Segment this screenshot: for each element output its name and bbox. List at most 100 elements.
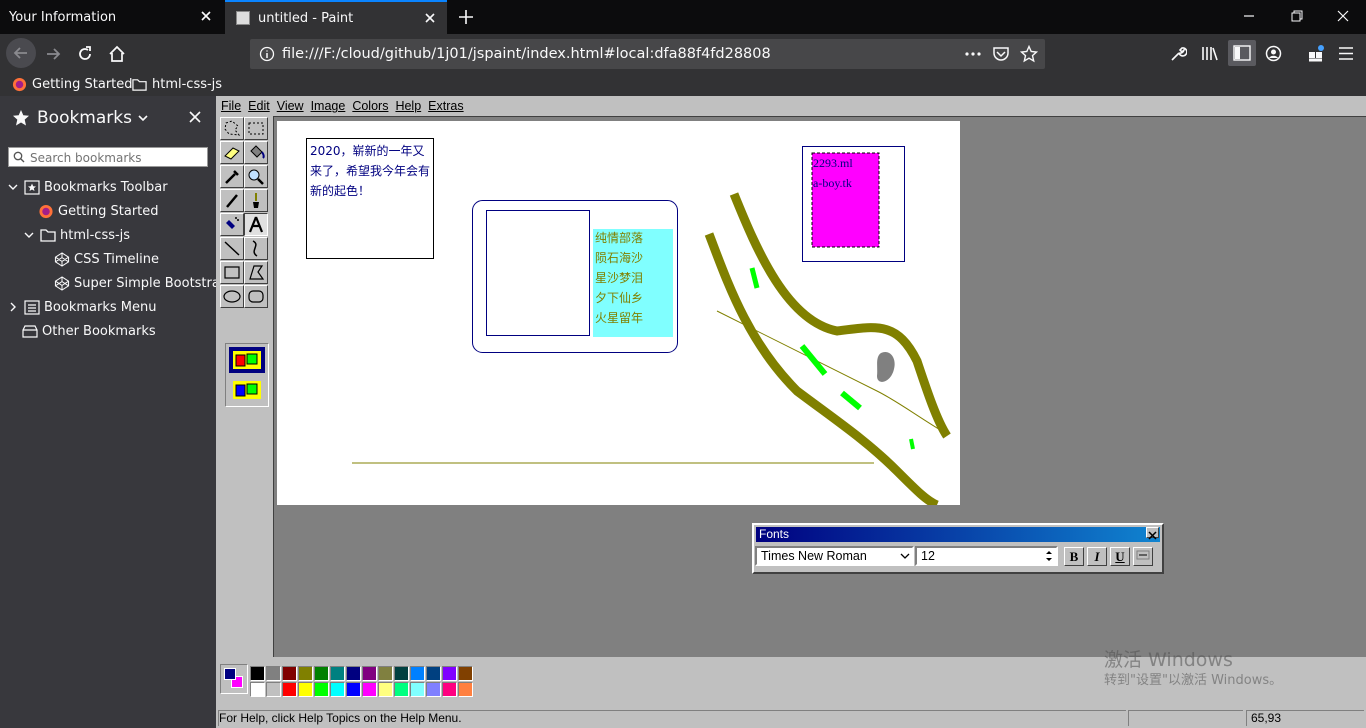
- account-icon[interactable]: [1265, 45, 1282, 62]
- menu-help[interactable]: Help: [395, 99, 421, 113]
- twisty-expanded-icon[interactable]: [8, 182, 18, 192]
- pencil-tool[interactable]: [220, 189, 244, 212]
- bookmark-folder-html-css-js[interactable]: html-css-js: [132, 75, 222, 93]
- menu-file[interactable]: File: [221, 99, 241, 113]
- underline-button[interactable]: U: [1110, 547, 1130, 566]
- palette-swatch[interactable]: [266, 666, 281, 681]
- search-bookmarks-input[interactable]: Search bookmarks: [8, 147, 208, 167]
- palette-swatch[interactable]: [314, 666, 329, 681]
- sidebar-toggle-button[interactable]: [1228, 40, 1256, 66]
- palette-swatch[interactable]: [410, 666, 425, 681]
- palette-swatch[interactable]: [266, 682, 281, 697]
- fonts-title[interactable]: Fonts: [756, 527, 1160, 542]
- palette-swatch[interactable]: [250, 682, 265, 697]
- pocket-icon[interactable]: [992, 45, 1010, 63]
- close-tab-icon[interactable]: [198, 8, 214, 24]
- tree-item-getting-started[interactable]: Getting Started: [38, 199, 159, 223]
- menu-extras[interactable]: Extras: [428, 99, 463, 113]
- tab-untitled-paint[interactable]: untitled - Paint: [225, 0, 447, 34]
- palette-swatch[interactable]: [330, 682, 345, 697]
- rectangle-tool[interactable]: [220, 261, 244, 284]
- vertical-text-button[interactable]: [1133, 547, 1153, 566]
- bookmark-star-icon[interactable]: [1020, 45, 1038, 63]
- twisty-collapsed-icon[interactable]: [8, 302, 18, 312]
- reload-button[interactable]: [72, 41, 98, 67]
- palette-swatch[interactable]: [458, 666, 473, 681]
- palette-swatch[interactable]: [378, 666, 393, 681]
- palette-swatch[interactable]: [298, 682, 313, 697]
- menu-view[interactable]: View: [277, 99, 304, 113]
- close-window-icon[interactable]: [1336, 9, 1350, 23]
- palette-swatch[interactable]: [378, 682, 393, 697]
- url-bar[interactable]: file:///F:/cloud/github/1j01/jspaint/ind…: [250, 39, 1045, 69]
- palette-swatch[interactable]: [410, 682, 425, 697]
- restore-icon[interactable]: [1290, 9, 1304, 23]
- tree-item-super-simple-bootstrap[interactable]: Super Simple Bootstra...: [54, 271, 232, 295]
- palette-swatch[interactable]: [330, 666, 345, 681]
- menu-edit[interactable]: Edit: [248, 99, 270, 113]
- eraser-tool[interactable]: [220, 141, 244, 164]
- palette-swatch[interactable]: [426, 666, 441, 681]
- text-tool[interactable]: [244, 213, 268, 236]
- twisty-expanded-icon[interactable]: [24, 230, 34, 240]
- tree-item-other-bookmarks[interactable]: Other Bookmarks: [22, 319, 156, 343]
- new-tab-icon[interactable]: [457, 8, 475, 26]
- palette-swatch[interactable]: [442, 682, 457, 697]
- spinner-icon[interactable]: [1043, 548, 1055, 564]
- magnifier-tool[interactable]: [244, 165, 268, 188]
- palette-swatch[interactable]: [314, 682, 329, 697]
- transparent-option[interactable]: [229, 377, 265, 403]
- brush-tool[interactable]: [244, 189, 268, 212]
- palette-swatch[interactable]: [346, 666, 361, 681]
- polygon-tool[interactable]: [244, 261, 268, 284]
- url-text[interactable]: file:///F:/cloud/github/1j01/jspaint/ind…: [282, 46, 771, 62]
- bold-button[interactable]: B: [1064, 547, 1084, 566]
- free-form-select-tool[interactable]: [220, 117, 244, 140]
- font-family-select[interactable]: Times New Roman: [755, 546, 914, 566]
- palette-swatch[interactable]: [458, 682, 473, 697]
- palette-swatch[interactable]: [362, 682, 377, 697]
- menu-icon[interactable]: [1338, 46, 1354, 61]
- menu-image[interactable]: Image: [311, 99, 346, 113]
- close-tab-icon[interactable]: [422, 10, 438, 26]
- opaque-option[interactable]: [229, 347, 265, 373]
- drawing-canvas[interactable]: 2020，崭新的一年又 来了，希望我今年会有 新的起色！ 纯情部落 陨石海沙 星…: [277, 121, 960, 505]
- palette-swatch[interactable]: [394, 682, 409, 697]
- rect-select-tool[interactable]: [244, 117, 268, 140]
- palette-swatch[interactable]: [298, 666, 313, 681]
- sidebar-header[interactable]: Bookmarks: [0, 96, 216, 140]
- tree-item-css-timeline[interactable]: CSS Timeline: [54, 247, 159, 271]
- tree-item-bookmarks-menu[interactable]: Bookmarks Menu: [8, 295, 156, 319]
- palette-swatch[interactable]: [250, 666, 265, 681]
- back-button[interactable]: [6, 38, 36, 68]
- site-info-icon[interactable]: [259, 46, 275, 62]
- italic-button[interactable]: I: [1087, 547, 1107, 566]
- rounded-rectangle-tool[interactable]: [244, 285, 268, 308]
- menu-colors[interactable]: Colors: [352, 99, 388, 113]
- library-icon[interactable]: [1201, 45, 1219, 62]
- palette-swatch[interactable]: [282, 666, 297, 681]
- tree-item-bookmarks-toolbar[interactable]: Bookmarks Toolbar: [8, 175, 168, 199]
- minimize-icon[interactable]: [1242, 9, 1256, 23]
- fill-tool[interactable]: [244, 141, 268, 164]
- palette-swatch[interactable]: [282, 682, 297, 697]
- palette-swatch[interactable]: [362, 666, 377, 681]
- font-size-input[interactable]: 12: [915, 546, 1058, 566]
- forward-button[interactable]: [40, 41, 66, 67]
- line-tool[interactable]: [220, 237, 244, 260]
- palette-swatch[interactable]: [346, 682, 361, 697]
- ellipse-tool[interactable]: [220, 285, 244, 308]
- extensions-icon[interactable]: [1307, 44, 1326, 63]
- close-sidebar-icon[interactable]: [188, 110, 202, 124]
- current-colors[interactable]: [220, 664, 248, 694]
- fonts-close-button[interactable]: [1146, 527, 1159, 540]
- page-actions-icon[interactable]: [964, 46, 982, 62]
- airbrush-tool[interactable]: [220, 213, 244, 236]
- tree-item-html-css-js[interactable]: html-css-js: [24, 223, 130, 247]
- curve-tool[interactable]: [244, 237, 268, 260]
- bookmark-getting-started[interactable]: Getting Started: [12, 75, 133, 93]
- tab-your-information[interactable]: Your Information: [0, 0, 223, 34]
- palette-swatch[interactable]: [442, 666, 457, 681]
- chevron-down-icon[interactable]: [137, 112, 149, 124]
- palette-swatch[interactable]: [426, 682, 441, 697]
